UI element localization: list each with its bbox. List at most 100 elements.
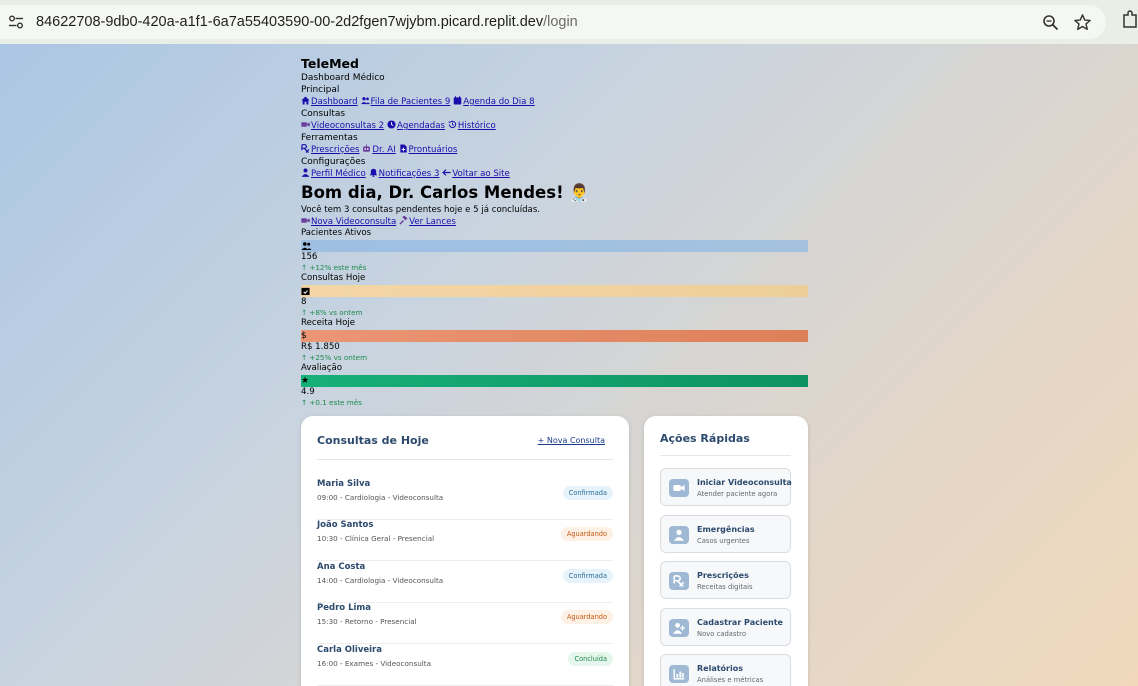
stat-color-bar (301, 284, 808, 297)
patient-name: Maria Silva (317, 479, 371, 489)
nav-label: Videoconsultas 2 (311, 121, 385, 131)
action-iniciar-videoconsulta[interactable]: Iniciar Videoconsulta Atender paciente a… (660, 468, 792, 506)
nav-row-consultas: Videoconsultas 2 Agendadas Histórico (301, 120, 808, 132)
bookmark-star-icon[interactable] (1073, 13, 1092, 32)
action-cadastrar-paciente[interactable]: Cadastrar Paciente Novo cadastro (660, 608, 791, 646)
welcome-greeting: Bom dia, Dr. Carlos Mendes! 👨‍⚕️ (301, 183, 590, 202)
arrow-left-icon (442, 169, 451, 176)
action-label: Nova Videoconsulta (311, 217, 397, 227)
nav-link-dashboard[interactable]: Dashboard (301, 96, 358, 107)
stat-label: Receita Hoje (301, 318, 356, 328)
chart-icon (669, 665, 689, 683)
nav-label: Dashboard (311, 97, 358, 107)
nav-label: Prescrições (311, 145, 360, 155)
nav-link-notificacoes[interactable]: Notificações 3 (369, 168, 440, 179)
welcome-summary: Você tem 3 consultas pendentes hoje e 5 … (301, 205, 541, 215)
consulta-row[interactable]: Ana Costa 14:00 - Cardiologia - Videocon… (317, 562, 613, 603)
acoes-rapidas-card: Ações Rápidas Iniciar Videoconsulta Aten… (644, 416, 808, 686)
nav-link-fila-pacientes[interactable]: Fila de Pacientes 9 (360, 97, 451, 107)
ver-lances-link[interactable]: Ver Lances (399, 216, 456, 227)
calendar-icon (453, 96, 462, 105)
consultas-hoje-card: Consultas de Hoje + Nova Consulta Maria … (301, 416, 629, 686)
consulta-row[interactable]: Carla Oliveira 16:00 - Exames - Videocon… (317, 645, 613, 686)
stat-color-bar (301, 239, 808, 252)
nav-link-perfil[interactable]: Perfil Médico (301, 168, 366, 179)
nav-label: Notificações 3 (378, 169, 440, 179)
history-icon (448, 120, 457, 129)
nav-link-voltar-site[interactable]: Voltar ao Site (442, 169, 510, 179)
nav-link-agendadas[interactable]: Agendadas (387, 120, 445, 131)
gavel-icon (399, 216, 408, 225)
video-icon (301, 122, 310, 127)
nav-section-title-configuracoes: Configurações (301, 157, 366, 167)
consulta-row[interactable]: Pedro Lima 15:30 - Retorno - Presencial … (317, 603, 613, 644)
nav-section-title-consultas: Consultas (301, 109, 346, 119)
stat-label: Consultas Hoje (301, 273, 366, 283)
nav-row-principal: Dashboard Fila de Pacientes 9 Agenda do … (301, 96, 808, 108)
action-desc: Novo cadastro (697, 630, 746, 638)
action-prescricoes[interactable]: Prescrições Receitas digitais (660, 561, 791, 599)
nav-link-videoconsultas[interactable]: Videoconsultas 2 (301, 121, 384, 131)
action-emergencias[interactable]: Emergências Casos urgentes (660, 515, 791, 553)
stat-value: R$ 1.850 (301, 341, 340, 352)
action-title: Emergências (697, 525, 755, 534)
extensions-icon[interactable] (1122, 10, 1138, 28)
consulta-row[interactable]: Maria Silva 09:00 - Cardiologia - Videoc… (317, 479, 613, 520)
stat-trend: ↑ +25% vs ontem (301, 353, 368, 362)
nav-row-configuracoes: Perfil Médico Notificações 3 Voltar ao S… (301, 168, 808, 180)
prescription-icon (301, 144, 310, 153)
nav-link-historico[interactable]: Histórico (448, 120, 496, 131)
nav-row-ferramentas: Prescrições Dr. AI Prontuários (301, 144, 808, 156)
address-bar[interactable]: 84622708-9db0-420a-a1f1-6a7a55403590-00-… (0, 5, 1106, 39)
stat-color-bar: ★ (301, 374, 808, 387)
stat-receita-hoje: Receita Hoje $ R$ 1.850 ↑ +25% vs ontem (301, 318, 808, 363)
consulta-details: 09:00 - Cardiologia - Videoconsulta (317, 493, 444, 502)
status-badge: Aguardando (560, 610, 613, 624)
prescription-icon (669, 572, 689, 590)
user-doctor-icon (301, 168, 310, 177)
status-badge: Confirmada (562, 569, 613, 583)
consulta-details: 14:00 - Cardiologia - Videoconsulta (317, 576, 444, 585)
site-settings-icon[interactable] (8, 14, 24, 30)
stat-consultas-hoje: Consultas Hoje 8 ↑ +8% vs ontem (301, 273, 808, 318)
consulta-details: 16:00 - Exames - Videoconsulta (317, 659, 431, 668)
nav-label: Prontuários (408, 145, 458, 155)
url-path: /login (543, 14, 578, 30)
users-icon (301, 241, 312, 250)
nav-link-prontuarios[interactable]: Prontuários (399, 144, 458, 155)
nova-consulta-link[interactable]: + Nova Consulta (538, 436, 605, 445)
status-badge: Confirmada (562, 486, 613, 500)
stat-label: Avaliação (301, 363, 343, 373)
patient-name: Ana Costa (317, 562, 366, 572)
nav-link-dr-ai[interactable]: Dr. AI (362, 144, 396, 155)
stat-trend: ↑ +0.1 este mês (301, 398, 362, 407)
action-title: Cadastrar Paciente (697, 618, 783, 627)
stat-value: 4.9 (301, 386, 315, 397)
action-desc: Análises e métricas (697, 676, 764, 684)
zoom-icon[interactable] (1042, 14, 1059, 31)
status-badge: Aguardando (560, 527, 613, 541)
stat-trend: ↑ +8% vs ontem (301, 308, 363, 317)
card-divider (317, 459, 613, 460)
stat-avaliacao: Avaliação ★ 4.9 ↑ +0.1 este mês (301, 363, 808, 408)
users-icon (360, 97, 370, 105)
dollar-icon: $ (301, 330, 307, 341)
nav-link-agenda[interactable]: Agenda do Dia 8 (453, 96, 535, 107)
action-desc: Casos urgentes (697, 537, 750, 545)
action-desc: Atender paciente agora (697, 490, 778, 498)
action-relatorios[interactable]: Relatórios Análises e métricas (660, 654, 791, 686)
nova-videoconsulta-link[interactable]: Nova Videoconsulta (301, 217, 396, 227)
acoes-card-title: Ações Rápidas (660, 432, 750, 445)
welcome-actions: Nova Videoconsulta Ver Lances (301, 216, 808, 228)
nav-label: Fila de Pacientes 9 (370, 97, 451, 107)
url-text[interactable]: 84622708-9db0-420a-a1f1-6a7a55403590-00-… (36, 14, 578, 30)
stat-pacientes-ativos: Pacientes Ativos 156 ↑ +12% este mês (301, 228, 808, 273)
consulta-details: 10:30 - Clínica Geral - Presencial (317, 534, 435, 543)
nav-link-prescricoes[interactable]: Prescrições (301, 144, 360, 155)
consulta-row[interactable]: João Santos 10:30 - Clínica Geral - Pres… (317, 520, 613, 561)
action-title: Iniciar Videoconsulta (697, 478, 792, 487)
home-icon (301, 96, 310, 105)
nav-section-title-principal: Principal (301, 85, 340, 95)
nav-label: Dr. AI (372, 145, 396, 155)
video-icon (301, 218, 310, 223)
